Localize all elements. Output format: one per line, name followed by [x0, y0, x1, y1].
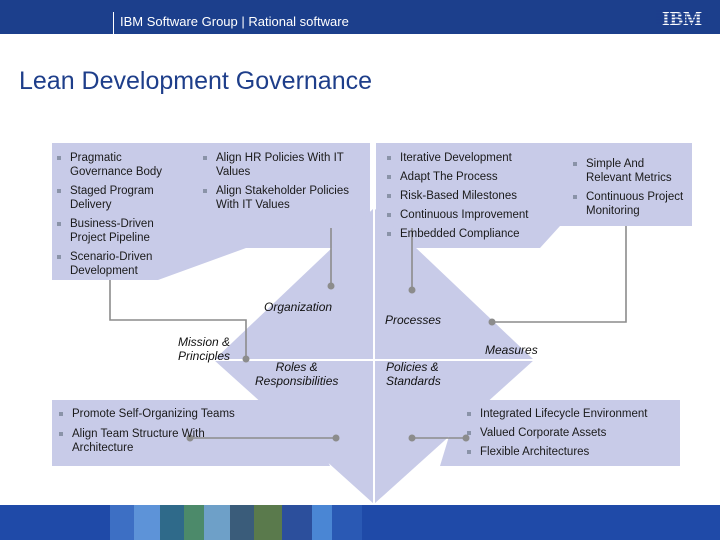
- list-item: Adapt The Process: [386, 170, 551, 184]
- measures-list: Simple And Relevant Metrics Continuous P…: [572, 157, 690, 218]
- label-measures: Measures: [485, 343, 538, 357]
- list-item: Staged Program Delivery: [56, 184, 186, 212]
- label-roles: Roles & Responsibilities: [255, 360, 338, 388]
- list-item: Business-Driven Project Pipeline: [56, 217, 186, 245]
- label-mission-line1: Mission &: [178, 335, 231, 349]
- label-processes: Processes: [385, 313, 442, 327]
- footer-banner: [0, 505, 720, 540]
- list-item: Embedded Compliance: [386, 227, 551, 241]
- list-item: Align Stakeholder Policies With IT Value…: [202, 184, 362, 212]
- list-item: Promote Self-Organizing Teams: [58, 407, 258, 421]
- list-item: Continuous Improvement: [386, 208, 551, 222]
- list-item: Valued Corporate Assets: [466, 426, 676, 440]
- list-item: Iterative Development: [386, 151, 551, 165]
- label-mission: Mission & Principles: [178, 335, 230, 363]
- list-item: Risk-Based Milestones: [386, 189, 551, 203]
- label-roles-line2: Responsibilities: [255, 374, 339, 388]
- list-item: Pragmatic Governance Body: [56, 151, 186, 179]
- label-organization: Organization: [264, 300, 333, 314]
- list-item: Align HR Policies With IT Values: [202, 151, 362, 179]
- mission-list: Pragmatic Governance Body Staged Program…: [56, 151, 186, 278]
- list-item: Continuous Project Monitoring: [572, 190, 690, 218]
- list-item: Scenario-Driven Development: [56, 250, 186, 278]
- organization-list: Align HR Policies With IT Values Align S…: [202, 151, 362, 212]
- policies-list: Integrated Lifecycle Environment Valued …: [466, 407, 676, 459]
- label-policies-line1: Policies &: [386, 360, 439, 374]
- list-item: Simple And Relevant Metrics: [572, 157, 690, 185]
- label-policies: Policies & Standards: [386, 360, 441, 388]
- list-item: Align Team Structure With Architecture: [58, 427, 258, 455]
- list-item: Integrated Lifecycle Environment: [466, 407, 676, 421]
- label-policies-line2: Standards: [386, 374, 441, 388]
- label-roles-line1: Roles &: [275, 360, 318, 374]
- list-item: Flexible Architectures: [466, 445, 676, 459]
- roles-list: Promote Self-Organizing Teams Align Team…: [58, 407, 258, 455]
- label-mission-line2: Principles: [178, 349, 231, 363]
- processes-list: Iterative Development Adapt The Process …: [386, 151, 551, 241]
